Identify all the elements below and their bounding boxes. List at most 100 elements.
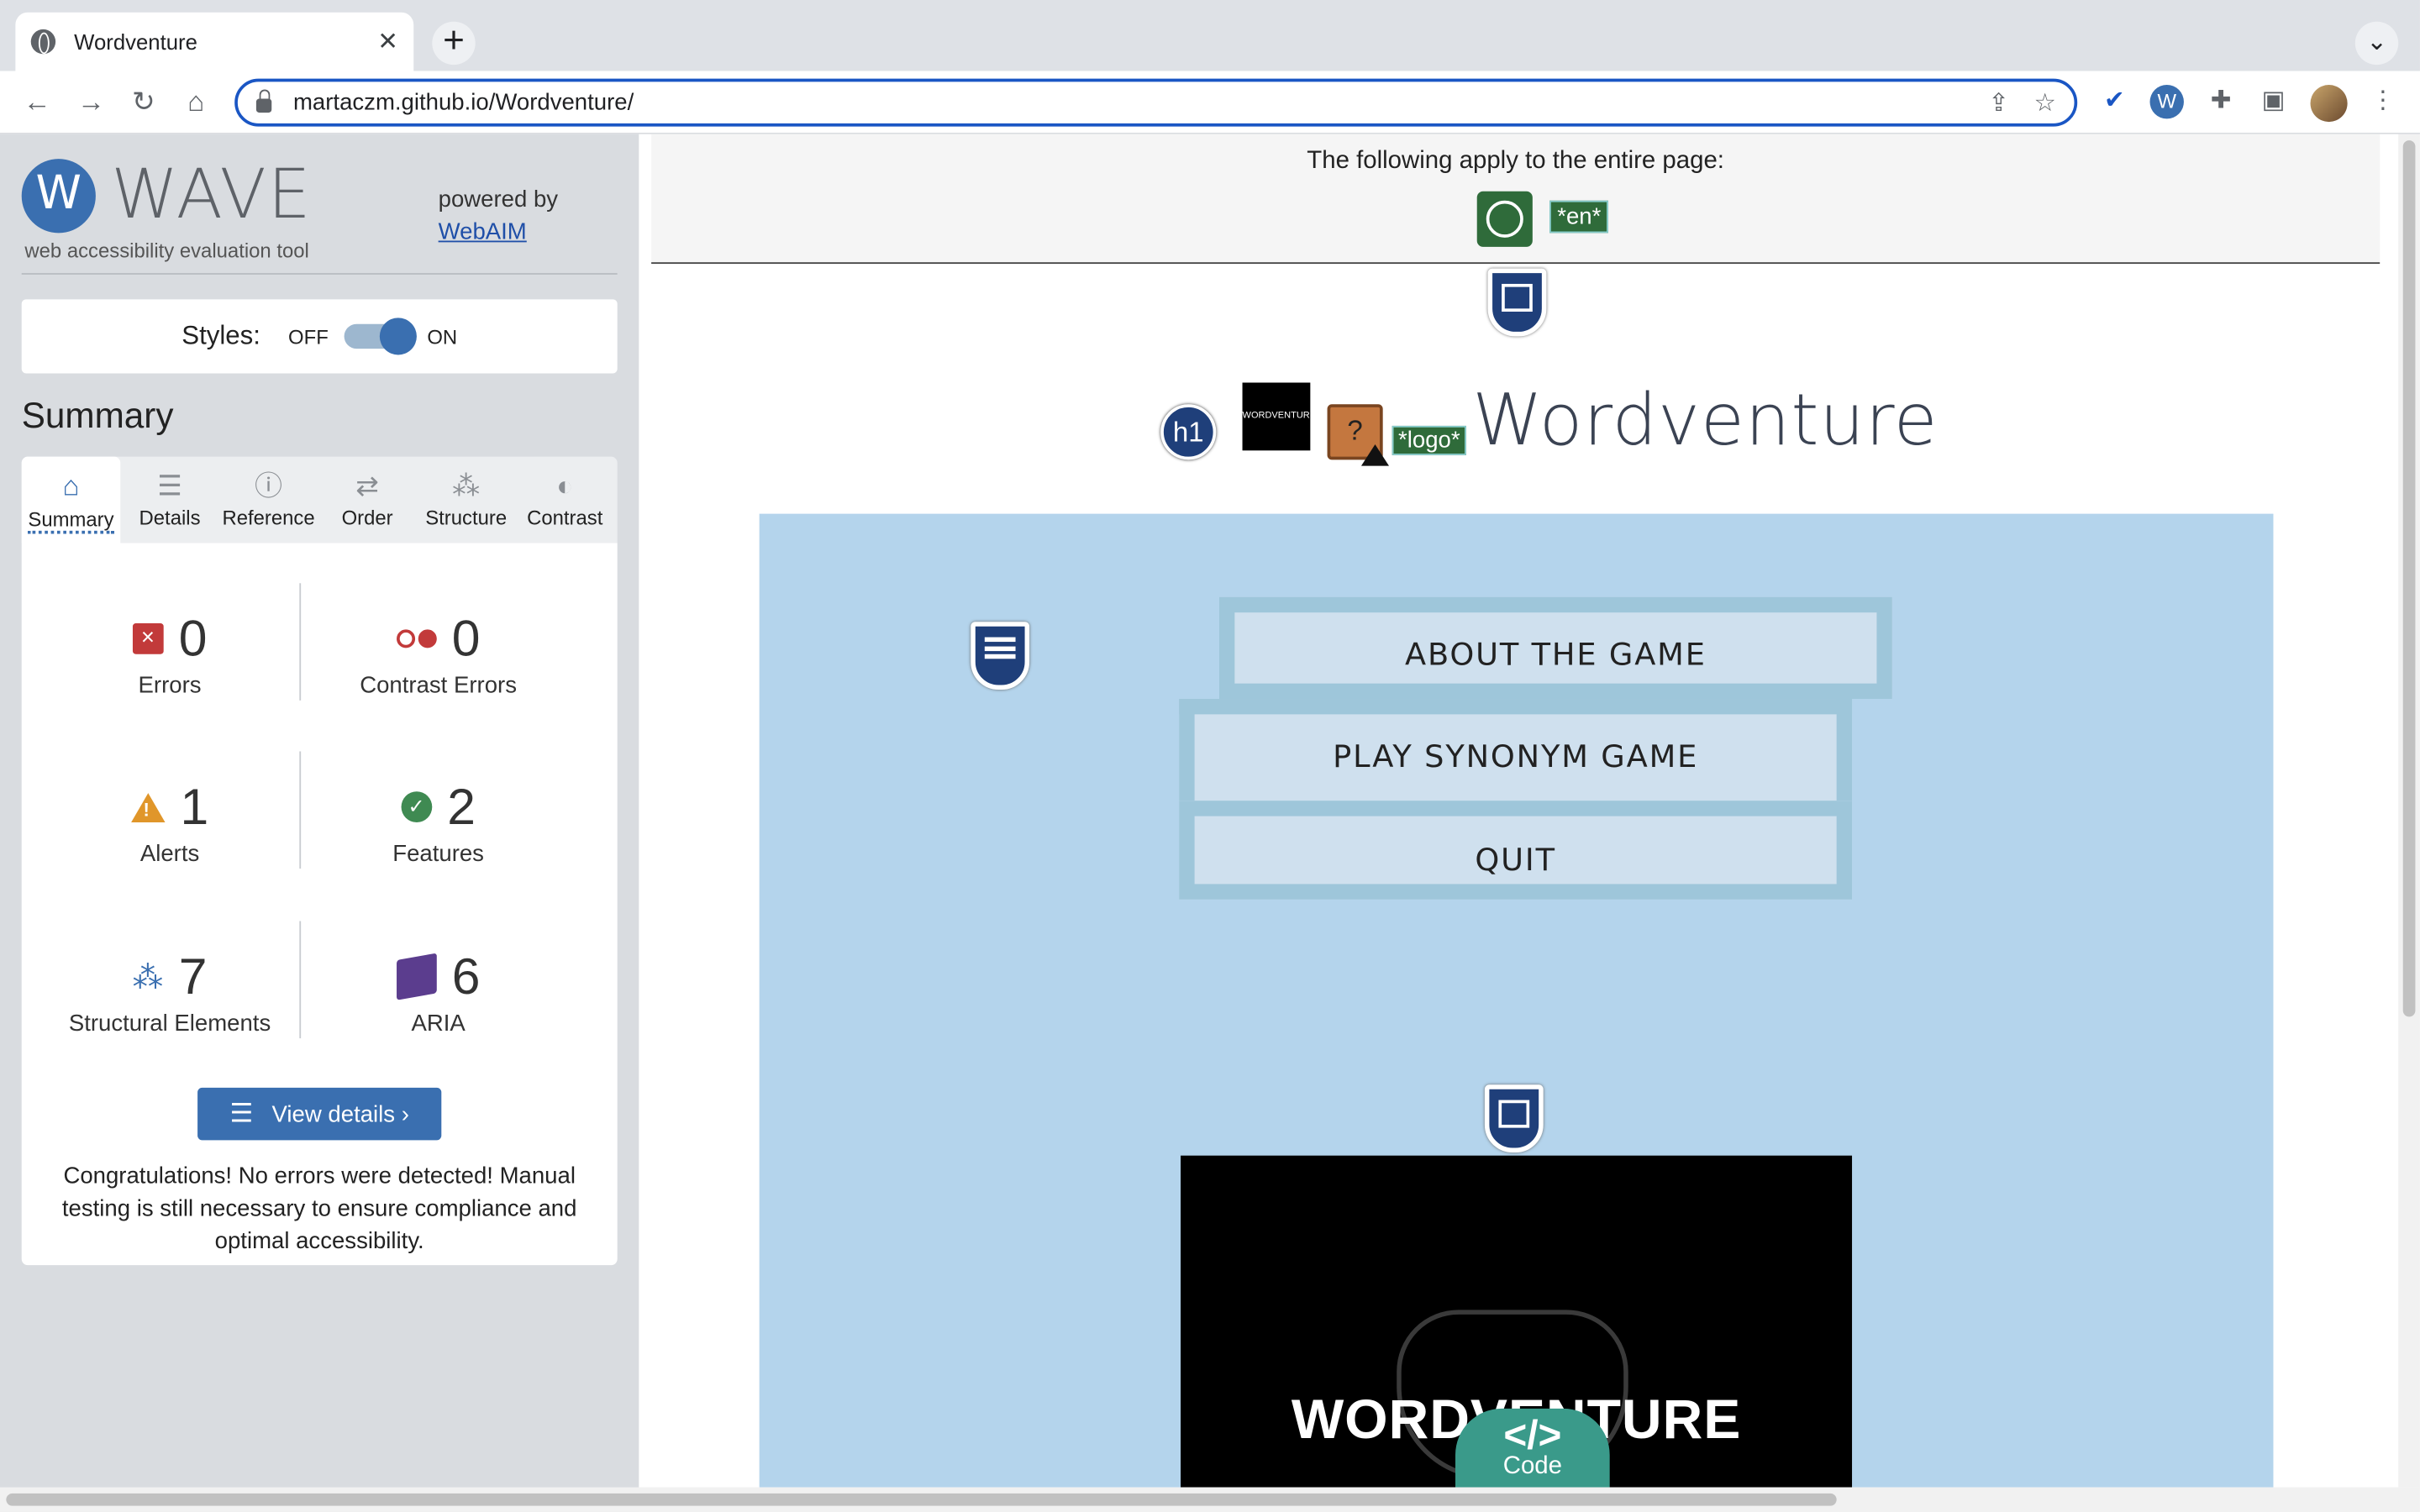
extension-check-icon[interactable]: ✔ — [2097, 85, 2131, 118]
tab-title: Wordventure — [74, 29, 197, 55]
summary-panel: × 0 Errors 0 Contrast Errors 1 Alerts ✓ 2 … — [21, 543, 618, 1266]
errors-stat[interactable]: × 0 Errors — [31, 608, 309, 699]
alert-icon — [130, 792, 166, 822]
code-toggle-button[interactable]: </> Code — [1455, 1408, 1610, 1488]
structural-count: 7 — [178, 947, 208, 1005]
tab-structure[interactable]: ⁂ Structure — [417, 457, 516, 543]
divider — [21, 273, 618, 275]
horizontal-scrollbar[interactable] — [0, 1487, 2420, 1512]
apply-text: The following apply to the entire page: — [1307, 148, 1724, 175]
home-icon[interactable]: ⌂ — [176, 81, 216, 122]
alerts-stat[interactable]: 1 Alerts — [31, 776, 309, 867]
play-label: PLAY SYNONYM GAME — [1333, 737, 1699, 775]
tab-search-button[interactable]: ⌄ — [2354, 21, 2399, 66]
tab-label: Summary — [28, 507, 114, 534]
url-host: martaczm.github.io — [292, 89, 489, 116]
url-text[interactable]: martaczm.github.io/Wordventure/ — [293, 90, 1981, 116]
tab-label: Contrast — [527, 506, 603, 529]
errors-label: Errors — [138, 672, 202, 700]
game-area: ABOUT THE GAME PLAY SYNONYM GAME QUIT WO… — [759, 513, 2274, 1488]
webaim-link[interactable]: WebAIM — [439, 219, 527, 245]
bookmark-star-icon[interactable]: ☆ — [2028, 87, 2061, 118]
quit-button[interactable]: QUIT — [1179, 801, 1853, 900]
forward-icon[interactable]: → — [71, 81, 111, 122]
page-level-icons: The following apply to the entire page: … — [651, 134, 2381, 265]
structural-stat[interactable]: ⁂ 7 Structural Elements — [31, 946, 309, 1037]
contrast-error-icon — [396, 629, 437, 648]
structural-label: Structural Elements — [68, 1011, 271, 1037]
powered-by: powered by WebAIM — [439, 184, 558, 249]
scrollbar-thumb[interactable] — [6, 1493, 1837, 1506]
contrast-errors-count: 0 — [451, 609, 481, 667]
errors-count: 0 — [178, 609, 208, 667]
aria-stat[interactable]: 6 ARIA — [299, 946, 577, 1037]
puzzle-extensions-icon[interactable]: ✚ — [2204, 85, 2238, 118]
tab-label: Structure — [425, 506, 508, 529]
alt-text-tag[interactable]: *logo* — [1392, 425, 1466, 455]
region-glyph — [1502, 283, 1533, 312]
header-region-icon[interactable] — [1487, 268, 1547, 337]
styles-toggle-box: Styles: OFF ON — [21, 299, 618, 374]
alerts-label: Alerts — [139, 841, 200, 868]
wave-extension-icon[interactable]: W — [2149, 85, 2184, 119]
features-stat[interactable]: ✓ 2 Features — [299, 776, 577, 868]
contrast-icon: ◐ — [556, 470, 574, 501]
browser-window: Wordventure ✕ + ⌄ ← → ↻ ⌂ martaczm.githu… — [0, 0, 2420, 1512]
alerts-count: 1 — [180, 777, 209, 835]
play-synonym-game-button[interactable]: PLAY SYNONYM GAME — [1179, 699, 1853, 801]
home-icon: ⌂ — [62, 470, 80, 501]
tab-details[interactable]: ☰ Details — [120, 457, 219, 543]
about-the-game-button[interactable]: ABOUT THE GAME — [1218, 596, 1892, 700]
new-tab-button[interactable]: + — [432, 21, 476, 66]
powered-by-text: powered by — [438, 186, 559, 213]
styles-label: Styles: — [182, 321, 260, 350]
close-tab-icon[interactable]: ✕ — [377, 26, 398, 57]
tab-label: Order — [341, 506, 393, 529]
language-globe-icon[interactable] — [1476, 191, 1533, 247]
contrast-errors-stat[interactable]: 0 Contrast Errors — [299, 608, 577, 699]
view-details-button[interactable]: ☰ View details › — [197, 1087, 442, 1141]
profile-avatar[interactable] — [2310, 85, 2348, 123]
list-icon: ☰ — [229, 1098, 254, 1128]
page-content: The following apply to the entire page: … — [639, 134, 2399, 1488]
tab-reference[interactable]: ⓘ Reference — [219, 457, 318, 543]
tab-label: Reference — [222, 506, 315, 529]
side-panel-icon[interactable]: ▣ — [2256, 85, 2290, 118]
feature-check-icon: ✓ — [401, 791, 432, 822]
vertical-scrollbar[interactable] — [2398, 134, 2420, 1488]
tab-contrast[interactable]: ◐ Contrast — [515, 457, 614, 543]
tab-order[interactable]: ⇄ Order — [318, 457, 417, 543]
wave-tabs: ⌂ Summary ☰ Details ⓘ Reference ⇄ Order … — [21, 456, 618, 543]
reload-icon[interactable]: ↻ — [124, 81, 164, 122]
view-details-label: View details › — [271, 1100, 409, 1127]
wave-wordmark: WAVE — [111, 155, 313, 235]
features-label: Features — [392, 841, 484, 868]
lock-icon — [255, 89, 272, 113]
navigation-list-icon[interactable] — [971, 622, 1030, 690]
summary-heading: Summary — [21, 395, 174, 435]
wave-sidebar: W WAVE web accessibility evaluation tool… — [0, 134, 639, 1512]
about-label: ABOUT THE GAME — [1404, 635, 1707, 673]
menu-kebab-icon[interactable]: ⋮ — [2366, 85, 2400, 118]
game-canvas[interactable]: WORDVENTURE </> Code — [1181, 1155, 1853, 1488]
browser-tab[interactable]: Wordventure ✕ — [15, 12, 414, 71]
address-bar[interactable]: martaczm.github.io/Wordventure/ ⇪ ☆ — [234, 78, 2078, 127]
globe-icon — [30, 29, 56, 55]
url-path: /Wordventure/ — [488, 89, 634, 116]
code-label: Code — [1502, 1453, 1562, 1480]
quit-label: QUIT — [1475, 841, 1556, 879]
share-icon[interactable]: ⇪ — [1981, 87, 2015, 118]
structure-icon: ⁂ — [452, 470, 481, 501]
logo-image: WORDVENTURE — [1242, 382, 1316, 451]
language-tag[interactable]: *en* — [1549, 200, 1609, 234]
h1-heading-icon[interactable]: h1 — [1160, 404, 1217, 460]
region-glyph — [1498, 1100, 1530, 1128]
tab-summary[interactable]: ⌂ Summary — [21, 456, 121, 543]
styles-toggle[interactable] — [344, 318, 417, 355]
image-alert-icon[interactable]: ? — [1327, 404, 1390, 466]
scrollbar-thumb[interactable] — [2402, 140, 2416, 1017]
main-region-icon[interactable] — [1484, 1084, 1544, 1153]
code-icon: </> — [1503, 1411, 1562, 1458]
wave-logo-icon: W — [21, 159, 96, 234]
back-icon[interactable]: ← — [17, 81, 57, 122]
